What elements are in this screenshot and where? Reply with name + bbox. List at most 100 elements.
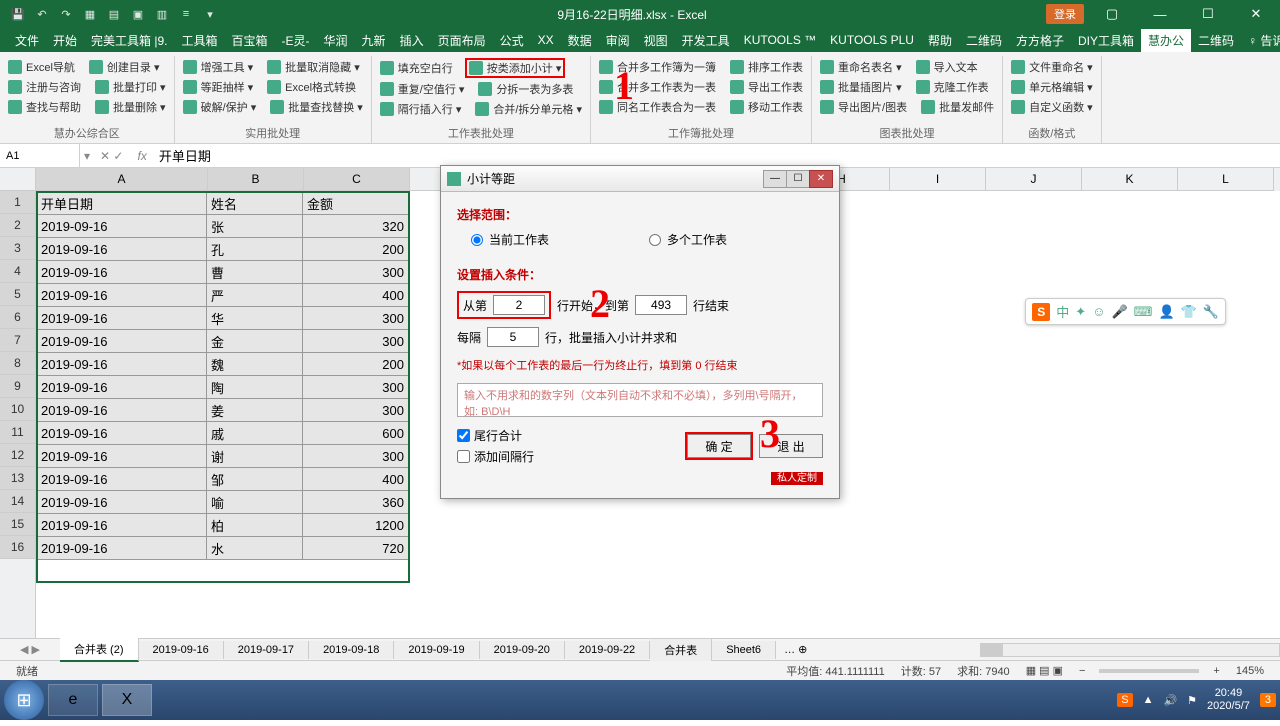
- exclude-cols-input[interactable]: 输入不用求和的数字列（文本列自动不求和不必填），多列用\号隔开，如: B\D\H: [457, 383, 823, 417]
- row-header[interactable]: 4: [0, 260, 35, 283]
- ime-icon[interactable]: 👤: [1158, 304, 1174, 320]
- ribbon-tab[interactable]: 数据: [561, 29, 599, 52]
- ribbon-tab[interactable]: 二维码: [1191, 29, 1241, 52]
- cell[interactable]: 300: [303, 399, 409, 422]
- ime-icon[interactable]: ✦: [1075, 304, 1086, 320]
- ribbon-cmd[interactable]: Excel导航: [6, 58, 77, 76]
- sheet-tab[interactable]: 合并表: [650, 639, 712, 661]
- ribbon-cmd[interactable]: 排序工作表: [728, 58, 805, 76]
- ribbon-tab[interactable]: ♀ 告诉我: [1241, 29, 1280, 52]
- ribbon-tab[interactable]: 视图: [637, 29, 675, 52]
- cell[interactable]: 2019-09-16: [37, 307, 207, 330]
- ribbon-cmd[interactable]: 单元格编辑 ▾: [1009, 78, 1095, 96]
- to-row-input[interactable]: [635, 295, 687, 315]
- cell[interactable]: 300: [303, 261, 409, 284]
- ribbon-tab[interactable]: 华润: [317, 29, 355, 52]
- cell[interactable]: 2019-09-16: [37, 238, 207, 261]
- redo-icon[interactable]: ↷: [58, 6, 74, 22]
- cell[interactable]: 金: [207, 330, 303, 353]
- name-box[interactable]: A1: [0, 144, 80, 167]
- row-header[interactable]: 6: [0, 306, 35, 329]
- qat-icon[interactable]: ▾: [202, 6, 218, 22]
- ime-icon[interactable]: 🔧: [1203, 304, 1219, 320]
- cell[interactable]: 300: [303, 445, 409, 468]
- ribbon-cmd[interactable]: 导出工作表: [728, 78, 805, 96]
- cell[interactable]: 邹: [207, 468, 303, 491]
- cell[interactable]: 华: [207, 307, 303, 330]
- tray-net-icon[interactable]: 🔊: [1163, 694, 1177, 707]
- view-icons[interactable]: ▦ ▤ ▣: [1026, 664, 1063, 677]
- cell[interactable]: 戚: [207, 422, 303, 445]
- ribbon-cmd[interactable]: 批量删除 ▾: [93, 98, 168, 116]
- cell[interactable]: 360: [303, 491, 409, 514]
- tray-sogou-icon[interactable]: S: [1117, 693, 1132, 707]
- ribbon-tab[interactable]: 方方格子: [1009, 29, 1071, 52]
- every-rows-input[interactable]: [487, 327, 539, 347]
- zoom-slider[interactable]: [1099, 669, 1199, 673]
- undo-icon[interactable]: ↶: [34, 6, 50, 22]
- sheet-tab[interactable]: 2019-09-17: [224, 641, 309, 659]
- ribbon-tab[interactable]: 帮助: [921, 29, 959, 52]
- ribbon-cmd[interactable]: 合并多工作表为一表: [597, 78, 718, 96]
- cell[interactable]: 2019-09-16: [37, 215, 207, 238]
- cell[interactable]: 200: [303, 238, 409, 261]
- ribbon-tab[interactable]: 文件: [8, 29, 46, 52]
- ribbon-cmd[interactable]: 增强工具 ▾: [181, 58, 256, 76]
- taskbar-excel-icon[interactable]: X: [102, 684, 152, 716]
- row-header[interactable]: 1: [0, 191, 35, 214]
- ribbon-tab[interactable]: 公式: [493, 29, 531, 52]
- ime-icon[interactable]: ☺: [1092, 304, 1105, 319]
- cell[interactable]: 720: [303, 537, 409, 560]
- cell[interactable]: 曹: [207, 261, 303, 284]
- qat-icon[interactable]: ▤: [106, 6, 122, 22]
- ime-icon[interactable]: ⌨: [1134, 304, 1153, 320]
- ribbon-cmd[interactable]: 破解/保护 ▾: [181, 98, 259, 116]
- ribbon-tab[interactable]: XX: [531, 30, 561, 50]
- zoom-level[interactable]: 145%: [1236, 665, 1264, 677]
- cell[interactable]: 2019-09-16: [37, 491, 207, 514]
- tray-flag2-icon[interactable]: ⚑: [1187, 694, 1197, 707]
- ime-toolbar[interactable]: S 中 ✦ ☺ 🎤 ⌨ 👤 👕 🔧: [1025, 298, 1226, 325]
- cell[interactable]: 谢: [207, 445, 303, 468]
- cell[interactable]: 300: [303, 307, 409, 330]
- cell[interactable]: 320: [303, 215, 409, 238]
- col-header[interactable]: I: [890, 168, 986, 191]
- fx-dropdown-icon[interactable]: ▾: [80, 149, 94, 163]
- maximize-icon[interactable]: ☐: [1188, 6, 1228, 22]
- ribbon-cmd[interactable]: 批量发邮件: [919, 98, 996, 116]
- dialog-close-icon[interactable]: ✕: [809, 170, 833, 188]
- zoom-in-icon[interactable]: +: [1213, 665, 1219, 677]
- ribbon-tab[interactable]: 审阅: [599, 29, 637, 52]
- radio-multi-sheet[interactable]: 多个工作表: [649, 231, 727, 248]
- cell[interactable]: 2019-09-16: [37, 422, 207, 445]
- col-header[interactable]: C: [304, 168, 410, 191]
- ribbon-tab[interactable]: 开始: [46, 29, 84, 52]
- row-header[interactable]: 8: [0, 352, 35, 375]
- login-button[interactable]: 登录: [1046, 4, 1084, 24]
- minimize-icon[interactable]: —: [1140, 7, 1180, 22]
- sheet-nav[interactable]: ◀ ▶: [0, 643, 60, 656]
- ribbon-cmd[interactable]: 注册与咨询: [6, 78, 83, 96]
- ribbon-cmd[interactable]: 填充空白行: [378, 58, 455, 78]
- ribbon-tab[interactable]: 二维码: [959, 29, 1009, 52]
- system-tray[interactable]: S ▲ 🔊 ⚑ 20:492020/5/7 3: [1117, 687, 1276, 713]
- ribbon-cmd[interactable]: 合并多工作簿为一簿: [597, 58, 718, 76]
- formula-value[interactable]: 开单日期: [155, 146, 215, 165]
- cell[interactable]: 严: [207, 284, 303, 307]
- row-header[interactable]: 3: [0, 237, 35, 260]
- qat-icon[interactable]: ▥: [154, 6, 170, 22]
- hscrollbar[interactable]: [980, 643, 1280, 657]
- ribbon-tab[interactable]: 开发工具: [675, 29, 737, 52]
- ribbon-cmd[interactable]: 自定义函数 ▾: [1009, 98, 1095, 116]
- ribbon-cmd[interactable]: 批量查找替换 ▾: [268, 98, 365, 116]
- save-icon[interactable]: 💾: [10, 6, 26, 22]
- sheet-tab[interactable]: 2019-09-18: [309, 641, 394, 659]
- ribbon-cmd[interactable]: 同名工作表合为一表: [597, 98, 718, 116]
- row-header[interactable]: 12: [0, 444, 35, 467]
- cell[interactable]: 1200: [303, 514, 409, 537]
- ok-button[interactable]: 确 定: [687, 434, 751, 458]
- dialog-titlebar[interactable]: 小计等距 — ☐ ✕: [441, 166, 839, 192]
- col-header[interactable]: J: [986, 168, 1082, 191]
- taskbar-ie-icon[interactable]: e: [48, 684, 98, 716]
- data-table[interactable]: 开单日期姓名金额2019-09-16张3202019-09-16孔2002019…: [36, 191, 409, 560]
